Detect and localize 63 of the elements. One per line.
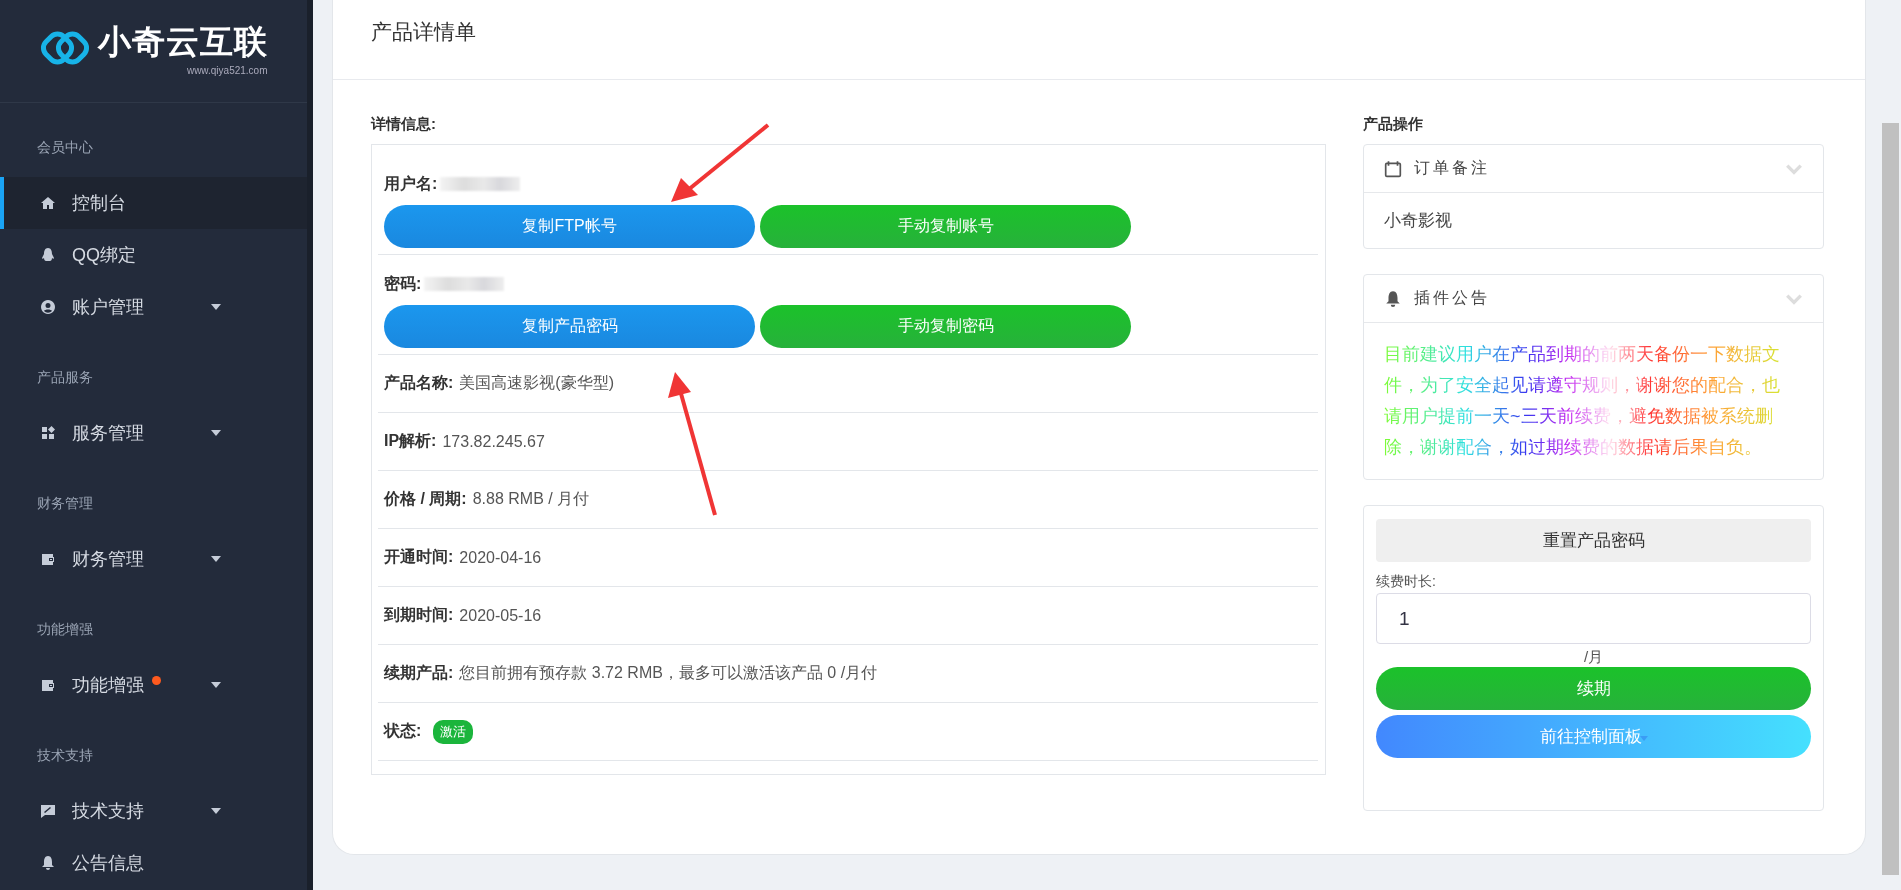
nav-item[interactable]: 公告信息 bbox=[0, 837, 307, 889]
nav-item[interactable]: 账户管理 bbox=[0, 281, 307, 333]
field-label: 用户名: bbox=[384, 173, 438, 194]
penguin-icon bbox=[40, 247, 56, 263]
field-value: 2020-04-16 bbox=[459, 548, 542, 567]
logo-url: www.qiya521.com bbox=[186, 65, 268, 76]
section-heading: 财务管理 bbox=[36, 494, 94, 513]
unit-label: /月 bbox=[1582, 648, 1605, 667]
field-label: 到期时间: bbox=[384, 605, 454, 625]
field-value: 您目前拥有预存款 3.72 RMB，最多可以激活该产品 0 /月付 bbox=[459, 663, 878, 683]
nav-item[interactable]: 功能增强 bbox=[0, 659, 307, 711]
page-title: 产品详情单 bbox=[333, 0, 1865, 80]
status-tag: 激活 bbox=[433, 719, 474, 744]
field-value: 美国高速影视(豪华型) bbox=[459, 373, 614, 393]
field-label: 价格 / 周期: bbox=[384, 489, 467, 509]
duration-input[interactable]: 1 bbox=[1376, 593, 1811, 644]
nav-item[interactable]: QQ绑定 bbox=[0, 229, 307, 281]
field-value: 173.82.245.67 bbox=[442, 432, 545, 451]
nav-label: QQ绑定 bbox=[72, 244, 136, 267]
bell-icon bbox=[40, 855, 56, 871]
nav-item[interactable]: 控制台 bbox=[0, 177, 307, 229]
wallet-icon bbox=[40, 677, 56, 693]
duration-label: 续费时长: bbox=[1376, 573, 1437, 591]
chevron-icon[interactable] bbox=[1785, 162, 1803, 175]
nav-item[interactable]: 服务管理 bbox=[0, 407, 307, 459]
field-label: 状态: bbox=[384, 721, 422, 741]
chat-icon bbox=[40, 803, 56, 819]
field-label: 续期产品: bbox=[384, 663, 454, 683]
nav-label: 账户管理 bbox=[72, 296, 144, 319]
reset-password-button[interactable]: 重置产品密码 bbox=[1376, 519, 1811, 562]
logo-name: 小奇云互联 bbox=[97, 21, 268, 63]
caret-icon bbox=[1639, 735, 1648, 741]
nav-label: 功能增强 bbox=[72, 674, 144, 697]
grid-icon bbox=[40, 425, 56, 441]
nav-label: 服务管理 bbox=[72, 422, 144, 445]
field-label: 开通时间: bbox=[384, 547, 454, 567]
panel-title: 插件公告 bbox=[1414, 288, 1491, 309]
nav-item[interactable]: 技术支持 bbox=[0, 785, 307, 837]
bell-icon bbox=[1384, 289, 1402, 308]
field-value: 8.88 RMB / 月付 bbox=[472, 489, 590, 509]
home-icon bbox=[40, 195, 56, 211]
scrollbar-thumb[interactable] bbox=[1882, 123, 1899, 875]
section-heading: 功能增强 bbox=[36, 620, 94, 639]
nav-label: 控制台 bbox=[72, 192, 126, 215]
note-text: 小奇影视 bbox=[1383, 210, 1453, 232]
field-label: IP解析: bbox=[384, 431, 437, 451]
nav-label: 财务管理 bbox=[72, 548, 144, 571]
calendar-icon bbox=[1384, 159, 1402, 178]
panel-title: 订单备注 bbox=[1414, 158, 1491, 179]
section-heading: 详情信息: bbox=[371, 115, 437, 134]
nav-item[interactable]: 财务管理 bbox=[0, 533, 307, 585]
wallet-icon bbox=[40, 551, 56, 567]
field-value: 2020-05-16 bbox=[459, 606, 542, 625]
user-icon bbox=[40, 299, 56, 315]
chevron-icon[interactable] bbox=[1785, 292, 1803, 305]
nav-label: 技术支持 bbox=[72, 800, 144, 823]
section-heading: 产品操作 bbox=[1363, 115, 1424, 134]
section-heading: 技术支持 bbox=[36, 746, 94, 765]
nav-label: 公告信息 bbox=[72, 852, 144, 875]
field-label: 产品名称: bbox=[384, 373, 454, 393]
field-label: 密码: bbox=[384, 273, 422, 294]
section-heading: 产品服务 bbox=[36, 368, 94, 387]
section-heading: 会员中心 bbox=[36, 138, 94, 157]
